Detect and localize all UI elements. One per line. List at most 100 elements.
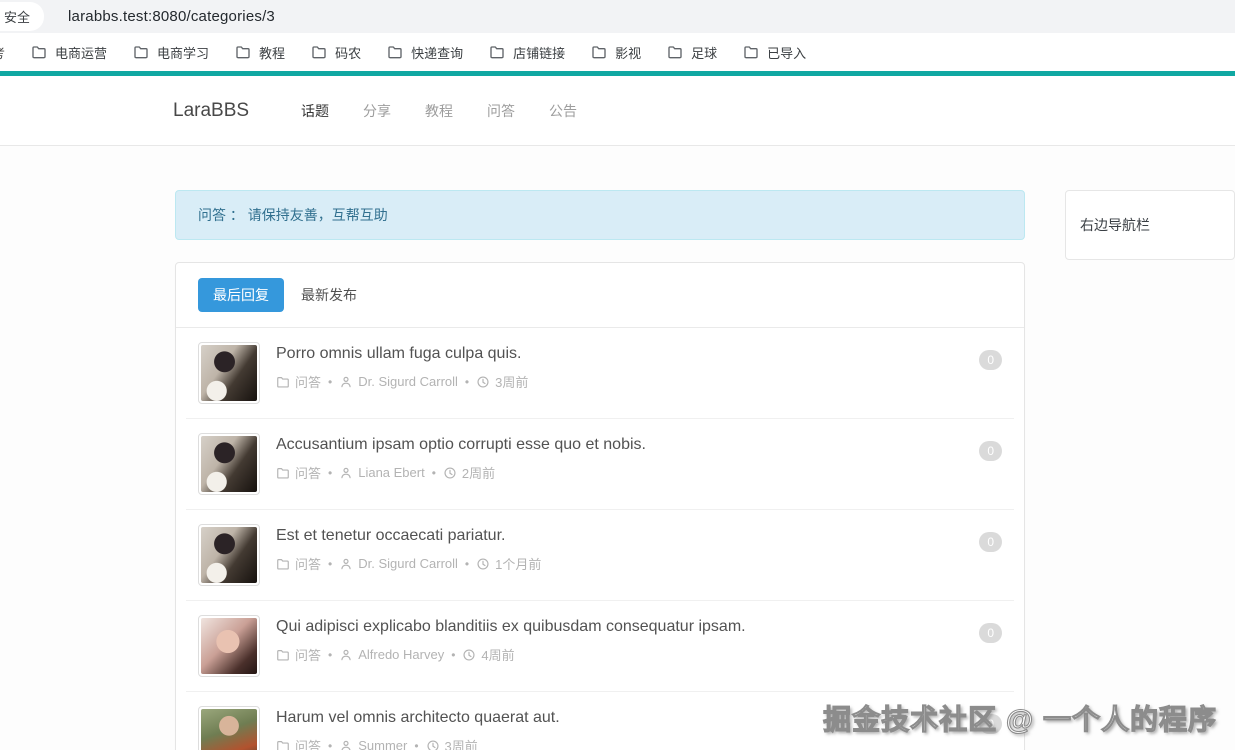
- reply-count-badge: 0: [979, 623, 1002, 643]
- person-icon: [339, 557, 353, 571]
- topic-title[interactable]: Est et tenetur occaecati pariatur.: [276, 524, 961, 545]
- topic-meta: 问答 • Summer • 3周前: [276, 736, 961, 750]
- page-content: 问答 ： 请保持友善，互帮互助 最后回复 最新发布 Porro omnis ull…: [0, 146, 1235, 750]
- panel-tab[interactable]: 最后回复: [198, 278, 284, 312]
- nav-item[interactable]: 问答: [487, 101, 515, 121]
- site-navbar: LaraBBS 话题 分享 教程 问答 公告: [0, 76, 1235, 146]
- nav-item[interactable]: 话题: [301, 101, 329, 121]
- topic-title[interactable]: Harum vel omnis architecto quaerat aut.: [276, 706, 961, 727]
- topic-meta: 问答 • Dr. Sigurd Carroll • 1个月前: [276, 554, 961, 573]
- avatar[interactable]: [198, 433, 260, 495]
- person-icon: [339, 375, 353, 389]
- topic-row[interactable]: Harum vel omnis architecto quaerat aut. …: [186, 692, 1014, 750]
- folder-icon: [489, 44, 505, 60]
- topic-title[interactable]: Accusantium ipsam optio corrupti esse qu…: [276, 433, 961, 454]
- bookmark-folder[interactable]: 电商学习: [133, 43, 209, 62]
- topic-tabs: 最后回复 最新发布: [176, 263, 1024, 328]
- topic-category[interactable]: 问答: [295, 736, 321, 750]
- topic-panel: 最后回复 最新发布 Porro omnis ullam fuga culpa qu…: [175, 262, 1025, 750]
- topic-author[interactable]: Dr. Sigurd Carroll: [358, 374, 458, 389]
- nav-item[interactable]: 公告: [549, 101, 577, 121]
- bookmark-label: 码农: [335, 45, 362, 61]
- topic-row[interactable]: Qui adipisci explicabo blanditiis ex qui…: [186, 601, 1014, 692]
- clock-icon: [426, 739, 440, 750]
- avatar[interactable]: [198, 706, 260, 750]
- topic-time: 2周前: [461, 466, 496, 481]
- bookmark-folder[interactable]: 店铺链接: [489, 43, 565, 62]
- reply-count-badge: 0: [979, 532, 1002, 552]
- topic-category[interactable]: 问答: [295, 463, 321, 482]
- avatar[interactable]: [198, 524, 260, 586]
- nav-item[interactable]: 分享: [363, 101, 391, 121]
- bookmark-folder[interactable]: 教程: [235, 43, 285, 62]
- meta-separator: •: [328, 374, 333, 389]
- right-sidebar: 右边导航栏: [1065, 190, 1235, 260]
- bookmark-label: 已导入: [767, 45, 807, 61]
- reply-count-badge: 0: [979, 714, 1002, 734]
- security-badge[interactable]: 安全: [0, 2, 45, 31]
- bookmark-partial-label[interactable]: 考: [0, 43, 5, 62]
- folder-icon: [311, 44, 327, 60]
- bookmarks-bar: 考 电商运营 电商学习 教程 码农: [0, 33, 1235, 71]
- topic-author[interactable]: Alfredo Harvey: [358, 647, 444, 662]
- topic-category[interactable]: 问答: [295, 645, 321, 664]
- clock-icon: [476, 375, 490, 389]
- topic-row[interactable]: Accusantium ipsam optio corrupti esse qu…: [186, 419, 1014, 510]
- meta-separator: •: [431, 465, 436, 480]
- meta-separator: •: [464, 374, 470, 389]
- url-text[interactable]: larabbs.test:8080/categories/3: [68, 8, 275, 25]
- brand-logo[interactable]: LaraBBS: [173, 100, 249, 122]
- clock-icon: [476, 557, 490, 571]
- topic-main: Accusantium ipsam optio corrupti esse qu…: [276, 433, 961, 482]
- browser-url-bar[interactable]: 安全 larabbs.test:8080/categories/3: [0, 0, 1235, 33]
- meta-separator: •: [328, 738, 333, 750]
- category-alert-text: 问答 ： 请保持友善，互帮互助: [198, 207, 388, 223]
- meta-separator: •: [328, 556, 333, 571]
- topic-title[interactable]: Porro omnis ullam fuga culpa quis.: [276, 342, 961, 363]
- nav-links: 话题 分享 教程 问答 公告: [301, 101, 611, 121]
- folder-icon: [31, 44, 47, 60]
- bookmark-label: 教程: [259, 45, 286, 61]
- topic-main: Qui adipisci explicabo blanditiis ex qui…: [276, 615, 961, 664]
- bookmark-label: 电商学习: [157, 45, 210, 61]
- meta-separator: •: [328, 647, 333, 662]
- folder-icon: [591, 44, 607, 60]
- topic-category[interactable]: 问答: [295, 372, 321, 391]
- topic-main: Harum vel omnis architecto quaerat aut. …: [276, 706, 961, 750]
- topic-meta: 问答 • Liana Ebert • 2周前: [276, 463, 961, 482]
- folder-icon: [667, 44, 683, 60]
- bookmark-folder[interactable]: 足球: [667, 43, 717, 62]
- reply-count-badge: 0: [979, 350, 1002, 370]
- topic-title[interactable]: Qui adipisci explicabo blanditiis ex qui…: [276, 615, 961, 636]
- person-icon: [339, 648, 353, 662]
- bookmark-folder[interactable]: 影视: [591, 43, 641, 62]
- bookmark-folder[interactable]: 快递查询: [387, 43, 463, 62]
- topic-author[interactable]: Liana Ebert: [358, 465, 425, 480]
- folder-icon: [276, 466, 290, 480]
- avatar[interactable]: [198, 342, 260, 404]
- topic-author[interactable]: Summer: [358, 738, 407, 750]
- panel-tab[interactable]: 最新发布: [286, 278, 372, 312]
- topic-category[interactable]: 问答: [295, 554, 321, 573]
- avatar[interactable]: [198, 615, 260, 677]
- meta-separator: •: [464, 556, 470, 571]
- bookmark-label: 电商运营: [55, 45, 108, 61]
- topic-author[interactable]: Dr. Sigurd Carroll: [358, 556, 458, 571]
- folder-icon: [276, 739, 290, 750]
- nav-item[interactable]: 教程: [425, 101, 453, 121]
- topic-row[interactable]: Porro omnis ullam fuga culpa quis. 问答 • …: [186, 328, 1014, 419]
- clock-icon: [443, 466, 457, 480]
- topic-main: Porro omnis ullam fuga culpa quis. 问答 • …: [276, 342, 961, 391]
- bookmark-folder[interactable]: 码农: [311, 43, 361, 62]
- folder-icon: [133, 44, 149, 60]
- bookmark-folder[interactable]: 电商运营: [31, 43, 107, 62]
- topic-row[interactable]: Est et tenetur occaecati pariatur. 问答 • …: [186, 510, 1014, 601]
- bookmark-label: 快递查询: [411, 45, 464, 61]
- folder-icon: [235, 44, 251, 60]
- bookmark-folder[interactable]: 已导入: [743, 43, 806, 62]
- folder-icon: [387, 44, 403, 60]
- topic-meta: 问答 • Alfredo Harvey • 4周前: [276, 645, 961, 664]
- topic-main: Est et tenetur occaecati pariatur. 问答 • …: [276, 524, 961, 573]
- topic-meta: 问答 • Dr. Sigurd Carroll • 3周前: [276, 372, 961, 391]
- topic-time: 1个月前: [495, 557, 542, 572]
